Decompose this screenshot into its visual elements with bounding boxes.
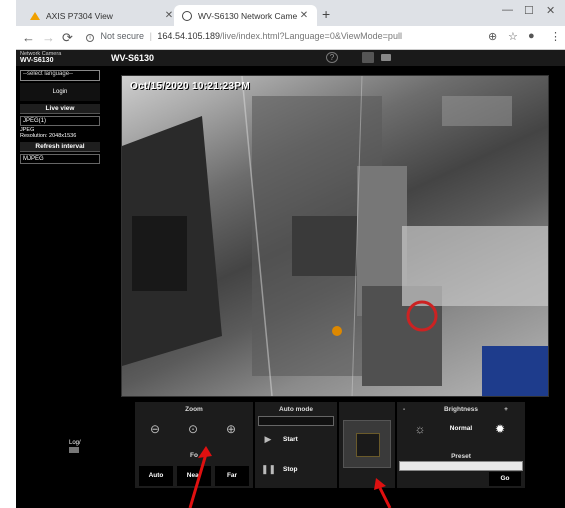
log-label: Log/ — [69, 440, 81, 446]
stream-mjpeg-button[interactable]: MJPEG — [20, 154, 100, 164]
tab-camera[interactable]: WV-S6130 Network Camera ✕ — [174, 5, 317, 26]
camera-icon[interactable] — [380, 52, 392, 63]
brightness-normal-button[interactable]: Normal — [441, 425, 481, 437]
language-select[interactable]: --select language-- — [20, 70, 100, 81]
star-icon[interactable]: ☆ — [508, 30, 518, 43]
brightness-down-icon[interactable]: ☼ — [411, 422, 429, 436]
preset-title: Preset — [451, 453, 471, 460]
stop-icon[interactable]: ❚❚ — [261, 464, 276, 475]
url-path: /live/index.html?Language=0&ViewMode=pul… — [219, 31, 402, 41]
zoom-title: Zoom — [185, 406, 203, 413]
start-button[interactable]: Start — [283, 436, 323, 446]
preset-go-button[interactable]: Go — [489, 472, 521, 486]
resolution-label: Resolution: 2048x1536 — [20, 133, 77, 139]
brightness-up-icon[interactable]: ✹ — [491, 422, 509, 436]
focus-auto-button[interactable]: Auto — [139, 466, 173, 486]
forward-icon[interactable]: → — [42, 30, 55, 45]
zoom-out-icon[interactable]: ⊖ — [145, 422, 165, 436]
zoom-icon[interactable]: ⊕ — [488, 30, 497, 43]
refresh-interval-heading: Refresh interval — [20, 142, 100, 152]
maximize-icon[interactable]: ☐ — [524, 4, 534, 17]
header-model: WV-S6130 — [20, 57, 54, 64]
stop-button[interactable]: Stop — [283, 466, 323, 476]
log-button[interactable]: Log/ — [69, 440, 89, 456]
tab-axis-title: AXIS P7304 View — [46, 10, 113, 21]
axis-logo-icon — [30, 11, 40, 20]
back-icon[interactable]: ← — [22, 30, 35, 45]
auto-mode-title: Auto mode — [279, 406, 313, 413]
log-icon — [69, 447, 79, 453]
preset-select[interactable] — [399, 461, 523, 471]
ptz-center[interactable] — [356, 433, 380, 457]
live-view-heading: Live view — [20, 104, 100, 114]
new-tab-button[interactable]: + — [322, 6, 330, 22]
video-timestamp: Oct/15/2020 10:21:23PM — [130, 81, 251, 92]
help-icon[interactable]: ? — [326, 52, 338, 63]
page-title: WV-S6130 — [111, 53, 155, 63]
setup-icon[interactable] — [362, 52, 374, 63]
annotation-arrow-right — [374, 478, 392, 508]
reload-icon[interactable]: ⟳ — [62, 30, 73, 46]
zoom-reset-icon[interactable]: ⊙ — [183, 422, 203, 436]
camera-header: Network Camera WV-S6130 WV-S6130 ? — [16, 50, 565, 66]
minimize-icon[interactable]: — — [502, 4, 513, 16]
tab-bar: AXIS P7304 View ✕ WV-S6130 Network Camer… — [16, 0, 565, 26]
close-window-icon[interactable]: ✕ — [546, 4, 555, 17]
menu-icon[interactable]: ⋮ — [550, 30, 561, 43]
close-icon[interactable]: ✕ — [297, 10, 311, 21]
zoom-in-icon[interactable]: ⊕ — [221, 422, 241, 436]
tab-camera-title: WV-S6130 Network Camera — [198, 10, 297, 21]
annotation-arrow-left — [188, 446, 212, 508]
url-host: 164.54.105.189 — [157, 31, 220, 41]
info-icon: i — [86, 34, 94, 42]
ptz-pad[interactable] — [343, 420, 391, 468]
not-secure-label: Not secure — [100, 31, 145, 41]
brightness-plus-label: + — [504, 406, 508, 413]
live-video[interactable]: Oct/15/2020 10:21:23PM — [121, 75, 549, 397]
address-bar: ← → ⟳ i Not secure | 164.54.105.189/live… — [16, 26, 565, 50]
globe-icon — [182, 10, 192, 21]
stream-jpeg1-button[interactable]: JPEG(1) — [20, 116, 100, 126]
browser-window: AXIS P7304 View ✕ WV-S6130 Network Camer… — [16, 0, 565, 508]
login-button[interactable]: Login — [20, 83, 100, 101]
auto-mode-select[interactable] — [258, 416, 334, 426]
brightness-preset-panel: - Brightness + ☼ Normal ✹ Preset Go — [397, 402, 525, 488]
start-icon[interactable]: ▶ — [261, 434, 275, 445]
tab-axis[interactable]: AXIS P7304 View ✕ — [22, 5, 182, 26]
url-field[interactable]: i Not secure | 164.54.105.189/live/index… — [86, 31, 402, 42]
profile-icon[interactable]: ● — [528, 30, 535, 42]
auto-mode-panel: Auto mode ▶ Start ❚❚ Stop — [255, 402, 337, 488]
sidebar: --select language-- Login Live view JPEG… — [16, 66, 102, 508]
video-scene — [122, 76, 548, 396]
